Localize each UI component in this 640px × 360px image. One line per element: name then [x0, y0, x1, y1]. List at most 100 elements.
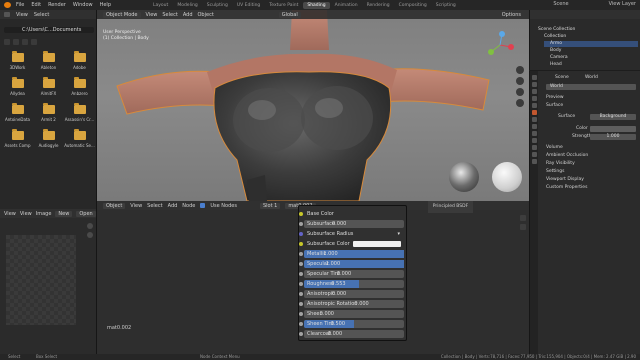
folder-item[interactable]: Ableton	[33, 51, 64, 70]
socket-icon[interactable]	[299, 312, 303, 316]
ne-menu-node[interactable]: Node	[182, 203, 195, 209]
socket-icon[interactable]	[299, 272, 303, 276]
view-layer-selector[interactable]: View Layer	[609, 1, 636, 7]
tab-rendering[interactable]: Rendering	[363, 2, 394, 9]
outliner-item[interactable]: Camera	[544, 55, 638, 61]
socket-icon[interactable]	[299, 242, 303, 246]
section-viewport-display[interactable]: Viewport Display	[546, 177, 584, 182]
zoom-icon[interactable]	[516, 66, 524, 74]
outliner-item[interactable]: Armo	[544, 41, 638, 47]
open-image-button[interactable]: Open	[76, 210, 96, 217]
output-tab-icon[interactable]	[531, 89, 537, 94]
folder-item[interactable]: Adobe	[64, 51, 95, 70]
outliner-item[interactable]: Body	[544, 48, 638, 54]
transform-orientation-dropdown[interactable]: Global	[278, 11, 301, 18]
principled-bsdf-node[interactable]: Base Color Subsurface0.000 Subsurface Ra…	[298, 205, 407, 341]
tab-uv-editing[interactable]: UV Editing	[233, 2, 264, 9]
object-tab-icon[interactable]	[531, 117, 537, 122]
tab-sculpting[interactable]: Sculpting	[203, 2, 232, 9]
camera-icon[interactable]	[516, 88, 524, 96]
ne-menu-add[interactable]: Add	[168, 203, 178, 209]
parent-folder-icon[interactable]	[22, 39, 28, 45]
vp-menu-select[interactable]: Select	[162, 12, 177, 18]
surface-dropdown[interactable]: Background	[590, 114, 636, 120]
fb-menu-select[interactable]: Select	[34, 12, 49, 18]
socket-icon[interactable]	[299, 262, 303, 266]
vp-menu-object[interactable]: Object	[198, 12, 214, 18]
outliner-item[interactable]: Head	[544, 62, 638, 68]
particles-tab-icon[interactable]	[531, 131, 537, 136]
bsdf-subsurface-color[interactable]: Subsurface Color	[299, 240, 404, 248]
color-swatch[interactable]	[353, 241, 401, 247]
bsdf-specular[interactable]: Specular1.000	[299, 260, 404, 268]
vp-menu-add[interactable]: Add	[183, 12, 193, 18]
path-field[interactable]: C:\Users\C...Documents	[4, 27, 94, 33]
section-volume[interactable]: Volume	[546, 145, 563, 150]
bsdf-subsurface[interactable]: Subsurface0.000	[299, 220, 404, 228]
editor-type-icon[interactable]	[4, 12, 10, 17]
section-settings[interactable]: Settings	[546, 169, 564, 174]
bsdf-specular-tint[interactable]: Specular Tint0.000	[299, 270, 404, 278]
outliner-item[interactable]: Collection	[544, 34, 638, 40]
section-ray-visibility[interactable]: Ray Visibility	[546, 161, 575, 166]
socket-icon[interactable]	[299, 332, 303, 336]
render-tab-icon[interactable]	[531, 82, 537, 87]
zoom-icon[interactable]	[87, 223, 93, 229]
folder-item[interactable]: AlmitFX	[33, 77, 64, 96]
outliner-scene-collection[interactable]: Scene Collection	[538, 27, 638, 33]
ie-menu-image[interactable]: Image	[36, 211, 52, 217]
folder-item[interactable]: AntoineData	[2, 103, 33, 122]
3d-viewport[interactable]: Object Mode View Select Add Object Globa…	[97, 10, 529, 201]
blender-logo-icon[interactable]	[4, 2, 11, 8]
new-image-button[interactable]: New	[55, 210, 73, 217]
scene-tab-icon[interactable]	[531, 103, 537, 108]
navigation-gizmo[interactable]	[485, 30, 515, 60]
forward-icon[interactable]	[13, 39, 19, 45]
use-nodes-checkbox[interactable]	[200, 203, 206, 208]
material-tab-icon[interactable]	[531, 159, 537, 164]
grid-icon[interactable]	[516, 99, 524, 107]
data-tab-icon[interactable]	[531, 152, 537, 157]
section-ambient-occlusion[interactable]: Ambient Occlusion	[546, 153, 588, 158]
bsdf-roughness[interactable]: Roughness0.553	[299, 280, 404, 288]
world-color-swatch[interactable]	[590, 126, 636, 132]
view-layer-tab-icon[interactable]	[531, 96, 537, 101]
tool-tab-icon[interactable]	[531, 75, 537, 80]
folder-item[interactable]: Allydea	[2, 77, 33, 96]
slot-dropdown[interactable]: Slot 1	[259, 202, 281, 209]
bsdf-sheen[interactable]: Sheen0.000	[299, 310, 404, 318]
menu-render[interactable]: Render	[48, 2, 66, 8]
modifier-tab-icon[interactable]	[531, 124, 537, 129]
bsdf-anisotropic[interactable]: Anisotropic0.000	[299, 290, 404, 298]
tool-tab-icon[interactable]	[520, 224, 526, 230]
socket-icon[interactable]	[299, 212, 303, 216]
ie-menu-view-2[interactable]: View	[20, 211, 32, 217]
socket-icon[interactable]	[299, 252, 303, 256]
section-custom-properties[interactable]: Custom Properties	[546, 185, 587, 190]
folder-item[interactable]: Automatic Se...	[64, 129, 95, 148]
socket-icon[interactable]	[299, 222, 303, 226]
physics-tab-icon[interactable]	[531, 138, 537, 143]
strength-field[interactable]: 1.000	[590, 134, 636, 140]
ie-menu-view[interactable]: View	[4, 211, 16, 217]
tab-modeling[interactable]: Modeling	[173, 2, 201, 9]
world-tab-icon[interactable]	[531, 110, 537, 115]
folder-item[interactable]: Armit 2	[33, 103, 64, 122]
principled-bsdf-title[interactable]: Principled BSDF	[428, 201, 473, 213]
tab-animation[interactable]: Animation	[331, 2, 362, 9]
object-mode-dropdown[interactable]: Object Mode	[103, 11, 141, 18]
scene-selector[interactable]: Scene	[553, 1, 568, 7]
socket-icon[interactable]	[299, 322, 303, 326]
bsdf-metallic[interactable]: Metallic1.000	[299, 250, 404, 258]
ne-menu-view[interactable]: View	[130, 203, 142, 209]
vp-menu-view[interactable]: View	[146, 12, 158, 18]
tab-scripting[interactable]: Scripting	[432, 2, 460, 9]
tab-texture-paint[interactable]: Texture Paint	[265, 2, 302, 9]
preview-section[interactable]: Preview	[546, 95, 564, 100]
bsdf-base-color[interactable]: Base Color	[299, 210, 404, 218]
item-tab-icon[interactable]	[520, 215, 526, 221]
menu-help[interactable]: Help	[100, 2, 111, 8]
pan-icon[interactable]	[87, 232, 93, 238]
shader-type-dropdown[interactable]: Object	[103, 202, 126, 209]
menu-window[interactable]: Window	[73, 2, 93, 8]
